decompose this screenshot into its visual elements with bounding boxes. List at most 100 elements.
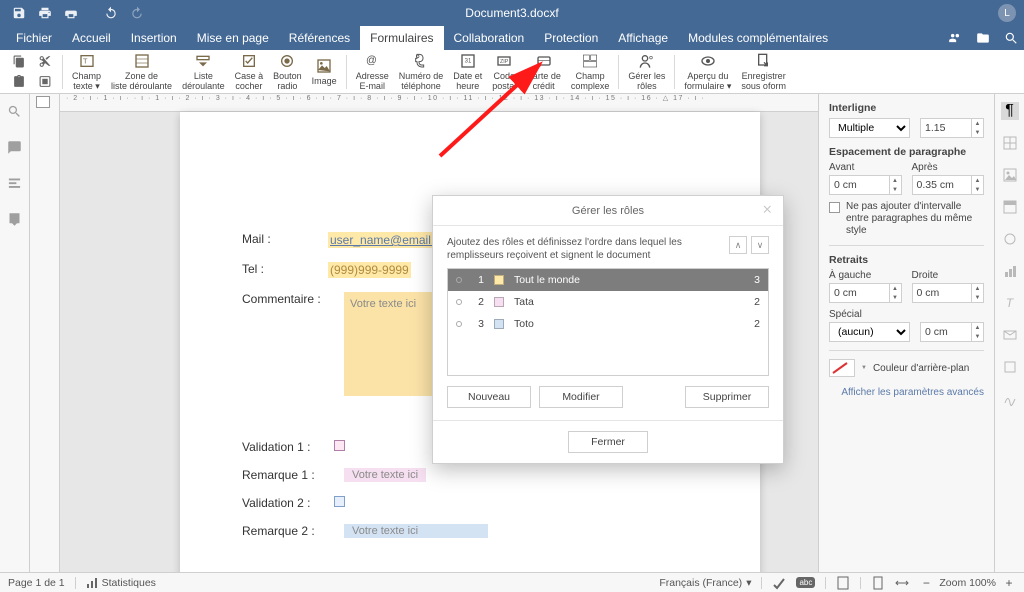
page-status[interactable]: Page 1 de 1 [8,577,65,589]
ribbon-enregistrer-sous-oform[interactable]: Enregistrer sous oform [736,52,791,91]
zoom-label[interactable]: Zoom 100% [939,577,996,589]
ribbon-case-à-cocher[interactable]: Case à cocher [230,52,269,91]
ribbon-champ-complexe[interactable]: Champ complexe [566,52,615,91]
search-icon[interactable] [6,102,24,120]
line-spacing-value[interactable]: 1.15▲▼ [920,118,984,138]
menu-mise-en-page[interactable]: Mise en page [187,26,279,50]
ribbon-aperçu-du-formulaire-[interactable]: Aperçu du formulaire ▾ [679,52,736,91]
ribbon-numéro-de-téléphone[interactable]: Numéro de téléphone [394,52,449,91]
line-spacing-mode[interactable]: Multiple [829,118,910,138]
close-icon[interactable] [761,203,775,217]
validation1-checkbox[interactable] [334,440,345,451]
ribbon-liste-déroulante[interactable]: Liste déroulante [177,52,230,91]
menu-modules-complémentaires[interactable]: Modules complémentaires [678,26,838,50]
ribbon-zone-de-liste-déroulante[interactable]: Zone de liste déroulante [106,52,177,91]
open-location-icon[interactable] [974,29,992,47]
role-row[interactable]: 3Toto2 [448,313,768,335]
menu-collaboration[interactable]: Collaboration [444,26,535,50]
validation2-checkbox[interactable] [334,496,345,507]
menu-affichage[interactable]: Affichage [608,26,678,50]
comments-icon[interactable] [6,138,24,156]
no-spacing-checkbox[interactable]: Ne pas ajouter d'intervalle entre paragr… [829,201,984,237]
validation2-label: Validation 2 : [242,496,328,510]
chart-tab-icon[interactable] [1001,262,1019,280]
fit-width-icon[interactable] [895,576,909,590]
special-mode[interactable]: (aucun) [829,322,910,342]
paragraph-tab-icon[interactable]: ¶ [1001,102,1019,120]
advanced-link[interactable]: Afficher les paramètres avancés [829,387,984,398]
ribbon-gérer-les-rôles[interactable]: Gérer les rôles [623,52,670,91]
menu-références[interactable]: Références [279,26,360,50]
language-button[interactable]: Français (France) ▾ [659,577,751,589]
ribbon-date-et-heure[interactable]: 31Date et heure [448,52,487,91]
copy-icon[interactable] [10,54,28,70]
selectall-icon[interactable] [36,74,54,90]
tel-field[interactable]: (999)999-9999 [328,262,411,278]
edit-button[interactable]: Modifier [539,386,623,408]
ribbon-code-postal[interactable]: ZIPCode postal [487,52,521,91]
dialog-description: Ajoutez des rôles et définissez l'ordre … [447,236,769,262]
move-up-button[interactable]: ∧ [729,236,747,254]
close-button[interactable]: Fermer [568,431,648,453]
dialog-title: Gérer les rôles [572,205,644,217]
move-down-button[interactable]: ∨ [751,236,769,254]
role-row[interactable]: 2Tata2 [448,291,768,313]
fit-page-icon[interactable] [871,576,885,590]
zoom-out-button[interactable]: − [919,576,933,590]
user-avatar[interactable]: L [998,4,1016,22]
save-icon[interactable] [8,2,30,24]
headings-icon[interactable] [6,174,24,192]
zoom-in-button[interactable]: + [1002,576,1016,590]
paste-icon[interactable] [10,74,28,90]
find-icon[interactable] [1002,29,1020,47]
menu-insertion[interactable]: Insertion [121,26,187,50]
bg-label: Couleur d'arrière-plan [873,363,969,374]
mail-label: Mail : [242,232,322,246]
indent-right-value[interactable]: 0 cm▲▼ [912,283,985,303]
signature-tab-icon[interactable] [1001,390,1019,408]
cut-icon[interactable] [36,54,54,70]
print-icon[interactable] [34,2,56,24]
feedback-icon[interactable] [6,210,24,228]
special-value[interactable]: 0 cm▲▼ [920,322,984,342]
menu-protection[interactable]: Protection [534,26,608,50]
bg-color-button[interactable] [829,359,855,377]
remark2-field[interactable]: Votre texte ici [344,524,488,538]
ribbon-champ-texte-[interactable]: TChamp texte ▾ [67,52,106,91]
quickprint-icon[interactable] [60,2,82,24]
undo-icon[interactable] [100,2,122,24]
tracking-icon[interactable]: abc [796,577,815,588]
before-value[interactable]: 0 cm▲▼ [829,175,902,195]
menu-bar: FichierAccueilInsertionMise en pageRéfér… [0,26,1024,50]
remark1-field[interactable]: Votre texte ici [344,468,426,482]
menu-accueil[interactable]: Accueil [62,26,121,50]
tab-marker[interactable] [36,96,50,108]
indent-left-value[interactable]: 0 cm▲▼ [829,283,902,303]
after-value[interactable]: 0.35 cm▲▼ [912,175,985,195]
menu-formulaires[interactable]: Formulaires [360,26,443,50]
redo-icon[interactable] [126,2,148,24]
ribbon-bouton-radio[interactable]: Bouton radio [268,52,307,91]
user-share-icon[interactable] [946,29,964,47]
textart-tab-icon[interactable]: T [1001,294,1019,312]
ribbon-image[interactable]: Image [307,57,342,86]
image-tab-icon[interactable] [1001,166,1019,184]
spellcheck-icon[interactable] [772,576,786,590]
menu-fichier[interactable]: Fichier [6,26,62,50]
delete-button[interactable]: Supprimer [685,386,769,408]
para-spacing-title: Espacement de paragraphe [829,146,984,158]
tel-label: Tel : [242,262,322,276]
docmode-icon[interactable] [836,576,850,590]
role-row[interactable]: 1Tout le monde3 [448,269,768,291]
ribbon-carte-de-crédit[interactable]: Carte de crédit [521,52,566,91]
header-tab-icon[interactable] [1001,198,1019,216]
form-tab-icon[interactable] [1001,358,1019,376]
roles-list[interactable]: 1Tout le monde32Tata23Toto2 [447,268,769,376]
ribbon-adresse-e-mail[interactable]: @Adresse E-mail [351,52,394,91]
mailmerge-tab-icon[interactable] [1001,326,1019,344]
stats-button[interactable]: Statistiques [86,577,156,589]
validation1-label: Validation 1 : [242,440,328,454]
table-tab-icon[interactable] [1001,134,1019,152]
shape-tab-icon[interactable] [1001,230,1019,248]
new-button[interactable]: Nouveau [447,386,531,408]
